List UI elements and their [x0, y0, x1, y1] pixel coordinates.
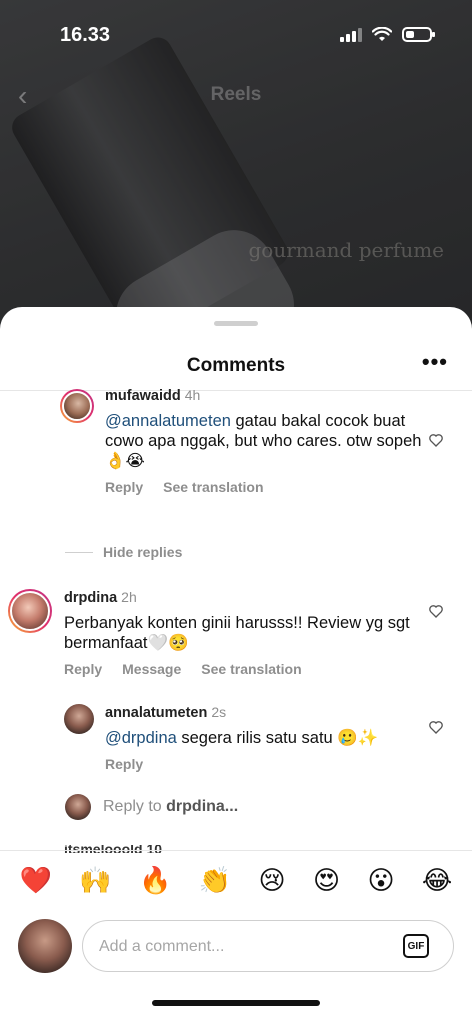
comment-username[interactable]: annalatumeten [105, 705, 207, 721]
home-indicator [152, 1000, 320, 1006]
comment-time: 4h [184, 387, 201, 403]
message-button[interactable]: Message [122, 661, 181, 677]
reply-button[interactable]: Reply [105, 479, 143, 495]
cellular-signal-icon [340, 26, 362, 42]
comment-actions: Reply See translation [105, 479, 430, 495]
fire-emoji-button[interactable]: 🔥 [139, 865, 171, 896]
my-avatar [18, 919, 72, 973]
like-heart-icon[interactable] [428, 432, 444, 448]
clapping-emoji-button[interactable]: 👏 [199, 865, 231, 896]
heart-emoji-button[interactable]: ❤️ [20, 865, 52, 896]
status-bar: 16.33 [0, 0, 472, 70]
gif-button[interactable]: GIF [403, 934, 429, 958]
comment-mention[interactable]: @drpdina [105, 729, 177, 747]
see-translation-button[interactable]: See translation [201, 661, 301, 677]
reply-to-prompt[interactable]: Reply to drpdina... [65, 794, 238, 820]
raising-hands-emoji-button[interactable]: 🙌 [79, 865, 111, 896]
comment-username[interactable]: drpdina [64, 590, 117, 606]
comment-mention[interactable]: @annalatumeten [105, 412, 231, 430]
surprised-emoji-button[interactable]: 😮 [367, 865, 394, 896]
avatar-mufawaidd[interactable] [60, 389, 94, 423]
comment-time: 2h [121, 589, 137, 605]
like-heart-icon[interactable] [428, 603, 444, 619]
emoji-quick-bar: ❤️ 🙌 🔥 👏 😢 😍 😮 😂 [0, 850, 472, 910]
battery-level [406, 30, 414, 38]
hide-replies-button[interactable]: Hide replies [65, 544, 182, 560]
sheet-header: Comments ••• [0, 337, 472, 391]
sheet-title: Comments [186, 355, 286, 376]
comment-text: @drpdina segera rilis satu satu 🥲✨ [105, 729, 379, 747]
status-time: 16.33 [60, 24, 111, 46]
comment-username[interactable]: mufawaidd [105, 388, 181, 404]
laughing-emoji-button[interactable]: 😂 [422, 865, 452, 896]
avatar-annalatumeten[interactable] [64, 704, 94, 734]
battery-icon [402, 26, 435, 42]
comment-text: @annalatumeten gatau bakal cocok buat co… [105, 412, 422, 470]
crying-emoji-button[interactable]: 😢 [259, 865, 286, 896]
comment-input[interactable] [99, 935, 389, 959]
more-options-button[interactable]: ••• [422, 349, 448, 375]
reply-button[interactable]: Reply [64, 661, 102, 677]
status-icons [340, 26, 435, 42]
reply-avatar [65, 794, 91, 820]
avatar-drpdina[interactable] [8, 589, 52, 633]
heart-eyes-emoji-button[interactable]: 😍 [313, 865, 340, 896]
comment-actions: Reply Message See translation [64, 661, 424, 677]
reel-title: Reels [210, 84, 262, 105]
reply-button[interactable]: Reply [105, 756, 143, 772]
comment-input-wrapper[interactable]: GIF [82, 920, 454, 972]
divider-line [65, 551, 93, 553]
comments-sheet: Comments ••• mufawaidd 4h @annalatumeten … [0, 307, 472, 1023]
see-translation-button[interactable]: See translation [163, 479, 263, 495]
comment-actions: Reply [105, 756, 425, 772]
sheet-grabber[interactable] [214, 321, 258, 326]
comment-text: Perbanyak konten ginii harusss!! Review … [64, 614, 410, 652]
wifi-icon [372, 26, 392, 41]
comment-time: 2s [211, 704, 227, 720]
like-heart-icon[interactable] [428, 719, 444, 735]
comment-composer: GIF [18, 919, 454, 975]
